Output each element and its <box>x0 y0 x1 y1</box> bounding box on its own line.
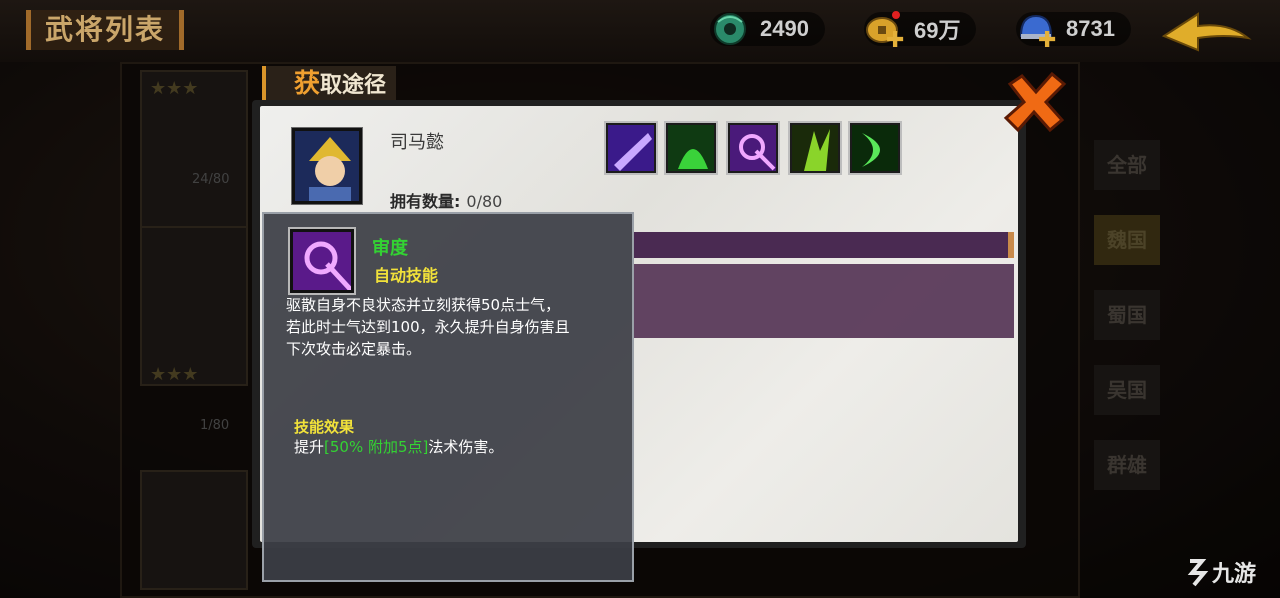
owned-value: 0/80 <box>466 192 503 211</box>
skill-slot-4[interactable] <box>790 123 840 173</box>
watermark: 九游 <box>1184 556 1256 588</box>
jade-coin-icon <box>714 13 746 45</box>
resource-value: 2490 <box>760 16 809 41</box>
add-plus-icon: ✚ <box>886 28 905 53</box>
effect-highlight: [50% 附加5点] <box>324 438 429 456</box>
resource-gold[interactable]: 69万 ✚ <box>864 11 977 53</box>
green-shadow-skill-icon <box>668 125 714 171</box>
modal-tab-label: 取途径 <box>320 73 387 98</box>
add-plus-icon: ✚ <box>1038 28 1057 53</box>
purple-swirl-skill-icon <box>730 125 776 171</box>
page-title: 武将列表 <box>26 10 185 50</box>
tooltip-desc-line: 驱散自身不良状态并立刻获得50点士气， <box>286 296 561 314</box>
tooltip-skill-type: 自动技能 <box>374 266 439 285</box>
back-arrow-icon[interactable] <box>1158 6 1254 54</box>
tooltip-effect-title: 技能效果 <box>294 418 355 436</box>
hero-portrait[interactable] <box>292 128 362 204</box>
tooltip-effect: 提升[50% 附加5点]法术伤害。 <box>294 436 503 457</box>
skill-slot-3[interactable] <box>728 123 778 173</box>
skill-slot-1[interactable] <box>606 123 656 173</box>
green-claw-skill-icon <box>792 125 838 171</box>
close-icon[interactable] <box>1002 70 1068 134</box>
skill-tooltip: 审度 自动技能 驱散自身不良状态并立刻获得50点士气， 若此时士气达到100，永… <box>262 212 634 582</box>
hero-portrait-icon <box>295 131 359 201</box>
owned-label: 拥有数量: <box>390 192 461 211</box>
modal-tab-acquire-route: 获取途径 <box>262 66 397 102</box>
resource-value: 8731 <box>1066 16 1115 41</box>
skill-slot-5[interactable] <box>850 123 900 173</box>
resource-value: 69万 <box>914 18 961 43</box>
tooltip-description: 驱散自身不良状态并立刻获得50点士气， 若此时士气达到100，永久提升自身伤害且… <box>286 294 626 360</box>
route-row[interactable] <box>632 264 1014 338</box>
purple-blade-skill-icon <box>608 125 654 171</box>
green-crescent-skill-icon <box>852 125 898 171</box>
effect-prefix: 提升 <box>294 438 325 456</box>
hero-name: 司马懿 <box>390 132 444 153</box>
tooltip-desc-line: 下次攻击必定暴击。 <box>286 340 422 358</box>
effect-suffix: 法术伤害。 <box>428 438 504 456</box>
watermark-text: 九游 <box>1212 562 1257 587</box>
tooltip-desc-line: 若此时士气达到100，永久提升自身伤害且 <box>286 318 570 336</box>
modal-tab-first-char: 获 <box>294 69 321 99</box>
route-header-bar <box>632 232 1014 258</box>
skill-slot-2[interactable] <box>666 123 716 173</box>
tooltip-skill-name: 审度 <box>372 238 408 259</box>
resource-helmet[interactable]: 8731 ✚ <box>1016 12 1131 53</box>
tooltip-skill-icon <box>290 229 354 293</box>
purple-swirl-skill-icon <box>293 232 351 290</box>
owned-count: 拥有数量: 0/80 <box>390 188 502 212</box>
jiuyou-logo-icon <box>1187 559 1209 587</box>
resource-jade[interactable]: 2490 <box>710 12 825 46</box>
